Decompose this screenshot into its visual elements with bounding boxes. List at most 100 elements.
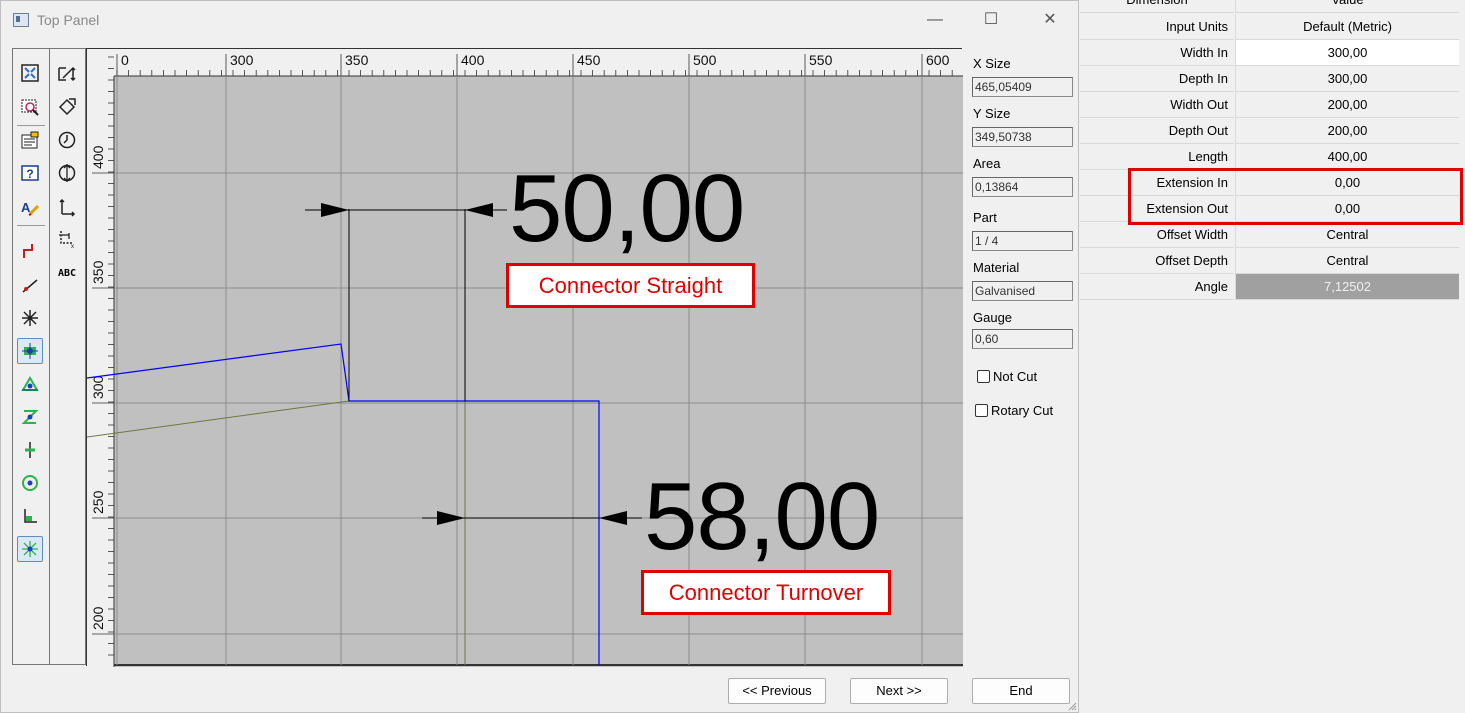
dimension-icon[interactable]: x xyxy=(54,226,80,252)
minimize-button[interactable]: — xyxy=(915,9,955,33)
property-row[interactable]: Depth In 300,00 xyxy=(1080,66,1460,92)
annotation-connector-straight: Connector Straight xyxy=(506,263,755,308)
property-row[interactable]: Width In 300,00 xyxy=(1080,40,1460,66)
rotary-cut-box[interactable] xyxy=(975,404,988,417)
snap-plus-icon[interactable] xyxy=(17,437,43,463)
svg-text:?: ? xyxy=(26,167,33,181)
x-size-label: X Size xyxy=(973,56,1011,71)
help-icon[interactable]: ? xyxy=(17,160,43,186)
maximize-button[interactable]: ☐ xyxy=(971,9,1011,33)
property-row[interactable]: Extension In 0,00 xyxy=(1080,170,1460,196)
property-row[interactable]: Offset Depth Central xyxy=(1080,248,1460,274)
snap-all-icon[interactable] xyxy=(17,536,43,562)
not-cut-label: Not Cut xyxy=(993,369,1038,384)
property-value[interactable]: 200,00 xyxy=(1235,92,1459,118)
app-icon xyxy=(13,13,29,27)
property-value[interactable]: 7,12502 xyxy=(1235,274,1459,300)
timer-icon[interactable] xyxy=(54,127,80,153)
resize-grip-icon[interactable] xyxy=(1067,701,1077,711)
ruler-x-label: 350 xyxy=(345,52,369,68)
properties-icon[interactable] xyxy=(17,128,43,154)
property-value[interactable]: Default (Metric) xyxy=(1235,14,1459,40)
dimension-top-value: 50,00 xyxy=(509,155,745,262)
zoom-window-icon[interactable] xyxy=(17,94,43,120)
material-field: Galvanised xyxy=(972,281,1073,301)
rotary-cut-checkbox[interactable]: Rotary Cut xyxy=(975,403,1053,418)
area-field: 0,13864 xyxy=(972,177,1073,197)
area-label: Area xyxy=(973,156,1001,171)
snap-point-icon[interactable] xyxy=(17,338,43,364)
property-row[interactable]: Width Out 200,00 xyxy=(1080,92,1460,118)
previous-button[interactable]: << Previous xyxy=(728,678,826,704)
property-name: Input Units xyxy=(1080,14,1234,40)
property-row[interactable]: Input Units Default (Metric) xyxy=(1080,14,1460,40)
zoom-fit-icon[interactable] xyxy=(17,60,43,86)
property-value[interactable]: 400,00 xyxy=(1235,144,1459,170)
grid-header: Dimension Value xyxy=(1080,0,1460,13)
ruler-x-label: 450 xyxy=(577,52,601,68)
x-size-field: 465,05409 xyxy=(972,77,1073,97)
part-field: 1 / 4 xyxy=(972,231,1073,251)
property-value[interactable]: 200,00 xyxy=(1235,118,1459,144)
property-value[interactable]: 300,00 xyxy=(1235,40,1459,66)
step-line-icon[interactable] xyxy=(17,238,43,264)
mirror-icon[interactable] xyxy=(54,160,80,186)
header-dimension: Dimension xyxy=(1080,0,1234,13)
ruler-x-label: 500 xyxy=(693,52,717,68)
property-name: Offset Depth xyxy=(1080,248,1234,274)
next-button[interactable]: Next >> xyxy=(850,678,948,704)
ruler-x-label: 300 xyxy=(230,52,254,68)
property-value[interactable]: Central xyxy=(1235,248,1459,274)
gauge-field: 0,60 xyxy=(972,329,1073,349)
header-value: Value xyxy=(1235,0,1459,13)
snap-cross-icon[interactable] xyxy=(17,404,43,430)
snap-star-icon[interactable] xyxy=(17,305,43,331)
not-cut-checkbox[interactable]: Not Cut xyxy=(977,369,1037,384)
property-name: Extension Out xyxy=(1080,196,1234,222)
text-edit-icon[interactable]: A xyxy=(17,194,43,220)
axis-icon[interactable] xyxy=(54,194,80,220)
move-icon[interactable] xyxy=(54,61,80,87)
ruler-y-label: 300 xyxy=(90,375,106,399)
ruler-y-label: 350 xyxy=(90,260,106,284)
property-row[interactable]: Depth Out 200,00 xyxy=(1080,118,1460,144)
ruler-x-label: 600 xyxy=(926,52,950,68)
property-value[interactable]: Central xyxy=(1235,222,1459,248)
ruler-x-label: 550 xyxy=(809,52,833,68)
property-grid: Dimension Value Input UnitsDefault (Metr… xyxy=(1080,0,1465,713)
property-name: Angle xyxy=(1080,274,1234,300)
property-value[interactable]: 300,00 xyxy=(1235,66,1459,92)
ruler-y-label: 250 xyxy=(90,490,106,514)
property-name: Offset Width xyxy=(1080,222,1234,248)
property-value[interactable]: 0,00 xyxy=(1235,170,1459,196)
material-label: Material xyxy=(973,260,1020,275)
property-name: Depth In xyxy=(1080,66,1234,92)
top-panel-window: Top Panel — ☐ ✕ ? A x ABC 0 300 350 400 … xyxy=(0,0,1079,713)
property-name: Width In xyxy=(1080,40,1234,66)
line-tool-icon[interactable] xyxy=(17,272,43,298)
property-name: Extension In xyxy=(1080,170,1234,196)
close-button[interactable]: ✕ xyxy=(1030,9,1070,33)
tool-palette: ? A x ABC xyxy=(12,48,86,665)
snap-triangle-icon[interactable] xyxy=(17,371,43,397)
title-bar[interactable]: Top Panel — ☐ ✕ xyxy=(1,1,1078,39)
abc-label: ABC xyxy=(57,267,77,279)
part-label: Part xyxy=(973,210,997,225)
property-name: Width Out xyxy=(1080,92,1234,118)
property-row[interactable]: Angle 7,12502 xyxy=(1080,274,1460,300)
end-button[interactable]: End xyxy=(972,678,1070,704)
property-value[interactable]: 0,00 xyxy=(1235,196,1459,222)
property-row[interactable]: Extension Out 0,00 xyxy=(1080,196,1460,222)
snap-corner-icon[interactable] xyxy=(17,503,43,529)
snap-circle-icon[interactable] xyxy=(17,470,43,496)
property-name: Depth Out xyxy=(1080,118,1234,144)
rotate-icon[interactable] xyxy=(54,94,80,120)
svg-text:x: x xyxy=(71,244,74,249)
property-row[interactable]: Length 400,00 xyxy=(1080,144,1460,170)
text-label-tool[interactable]: ABC xyxy=(54,260,80,286)
y-size-field: 349,50738 xyxy=(972,127,1073,147)
property-row[interactable]: Offset Width Central xyxy=(1080,222,1460,248)
annotation-connector-turnover: Connector Turnover xyxy=(641,570,891,615)
property-name: Length xyxy=(1080,144,1234,170)
not-cut-box[interactable] xyxy=(977,370,990,383)
